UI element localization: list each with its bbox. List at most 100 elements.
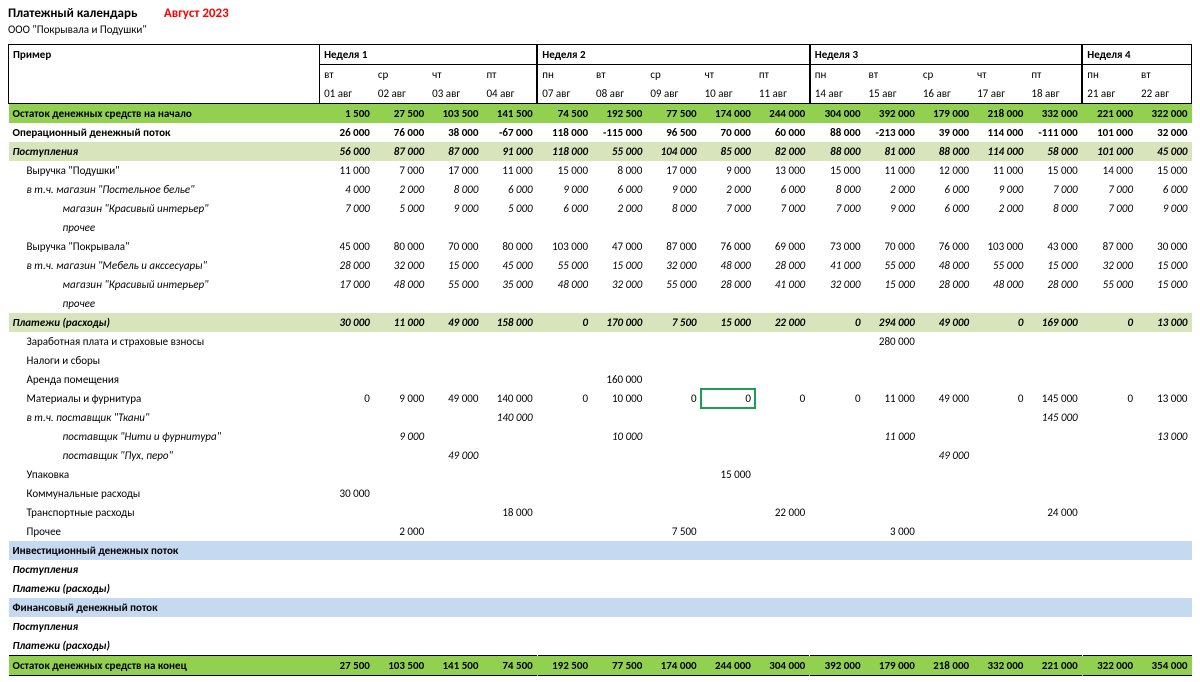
data-cell[interactable]: [482, 294, 536, 313]
data-cell[interactable]: [810, 370, 864, 389]
data-cell[interactable]: [701, 218, 755, 237]
data-cell[interactable]: 13 000: [1137, 427, 1191, 446]
data-cell[interactable]: 6 000: [755, 180, 809, 199]
data-cell[interactable]: 192 500: [538, 656, 592, 676]
data-cell[interactable]: [538, 484, 592, 503]
data-cell[interactable]: [701, 408, 755, 427]
data-cell[interactable]: [1137, 579, 1191, 598]
data-cell[interactable]: [755, 636, 809, 656]
data-cell[interactable]: [374, 446, 428, 465]
data-cell[interactable]: [755, 218, 809, 237]
data-cell[interactable]: [428, 218, 482, 237]
data-cell[interactable]: [701, 636, 755, 656]
data-cell[interactable]: [482, 560, 536, 579]
data-cell[interactable]: [919, 598, 973, 617]
data-cell[interactable]: [592, 579, 646, 598]
data-cell[interactable]: 9 000: [701, 161, 755, 180]
data-cell[interactable]: [1027, 617, 1081, 636]
data-cell[interactable]: [1083, 408, 1137, 427]
data-cell[interactable]: [538, 408, 592, 427]
data-cell[interactable]: 7 000: [1027, 180, 1081, 199]
data-cell[interactable]: 7 000: [701, 199, 755, 218]
data-cell[interactable]: 17 000: [428, 161, 482, 180]
data-cell[interactable]: 91 000: [482, 142, 536, 161]
data-cell[interactable]: [538, 541, 592, 560]
data-cell[interactable]: 5 000: [482, 199, 536, 218]
data-cell[interactable]: 322 000: [1083, 656, 1137, 676]
data-cell[interactable]: [592, 560, 646, 579]
data-cell[interactable]: 9 000: [1137, 199, 1191, 218]
data-cell[interactable]: 22 000: [755, 313, 809, 332]
data-cell[interactable]: [919, 465, 973, 484]
data-cell[interactable]: 74 500: [538, 104, 592, 124]
data-cell[interactable]: [810, 617, 864, 636]
data-cell[interactable]: [1027, 560, 1081, 579]
data-cell[interactable]: [973, 484, 1027, 503]
data-cell[interactable]: [320, 560, 374, 579]
data-cell[interactable]: 48 000: [374, 275, 428, 294]
data-cell[interactable]: [646, 446, 700, 465]
data-cell[interactable]: 2 000: [592, 199, 646, 218]
data-cell[interactable]: [701, 332, 755, 351]
data-cell[interactable]: 28 000: [919, 275, 973, 294]
data-cell[interactable]: [1137, 332, 1191, 351]
data-cell[interactable]: 6 000: [1137, 180, 1191, 199]
data-cell[interactable]: [646, 560, 700, 579]
data-cell[interactable]: 0: [320, 389, 374, 408]
data-cell[interactable]: 3 000: [865, 522, 919, 541]
data-cell[interactable]: [919, 541, 973, 560]
data-cell[interactable]: 6 000: [919, 199, 973, 218]
data-cell[interactable]: 9 000: [428, 199, 482, 218]
data-cell[interactable]: [482, 484, 536, 503]
data-cell[interactable]: [428, 484, 482, 503]
data-cell[interactable]: 0: [1083, 389, 1137, 408]
data-cell[interactable]: [973, 503, 1027, 522]
data-cell[interactable]: [374, 484, 428, 503]
data-cell[interactable]: 354 000: [1137, 656, 1191, 676]
data-cell[interactable]: [428, 427, 482, 446]
data-cell[interactable]: 221 000: [1027, 656, 1081, 676]
data-cell[interactable]: 140 000: [482, 408, 536, 427]
data-cell[interactable]: 48 000: [919, 256, 973, 275]
data-cell[interactable]: 60 000: [755, 123, 809, 142]
data-cell[interactable]: [755, 351, 809, 370]
data-cell[interactable]: 103 000: [538, 237, 592, 256]
data-cell[interactable]: 9 000: [865, 199, 919, 218]
data-cell[interactable]: 48 000: [701, 256, 755, 275]
data-cell[interactable]: 49 000: [919, 389, 973, 408]
data-cell[interactable]: [1083, 427, 1137, 446]
data-cell[interactable]: 74 500: [482, 656, 536, 676]
data-cell[interactable]: [1083, 294, 1137, 313]
data-cell[interactable]: [374, 294, 428, 313]
data-cell[interactable]: [865, 579, 919, 598]
data-cell[interactable]: 0: [701, 389, 755, 408]
data-cell[interactable]: [755, 465, 809, 484]
data-cell[interactable]: 101 000: [1083, 123, 1137, 142]
data-cell[interactable]: [592, 484, 646, 503]
data-cell[interactable]: [320, 427, 374, 446]
data-cell[interactable]: [482, 579, 536, 598]
data-cell[interactable]: 32 000: [1137, 123, 1191, 142]
data-cell[interactable]: [428, 598, 482, 617]
data-cell[interactable]: 28 000: [701, 275, 755, 294]
data-cell[interactable]: [973, 617, 1027, 636]
data-cell[interactable]: [482, 370, 536, 389]
data-cell[interactable]: [592, 408, 646, 427]
data-cell[interactable]: 2 000: [374, 522, 428, 541]
data-cell[interactable]: 43 000: [1027, 237, 1081, 256]
data-cell[interactable]: [701, 617, 755, 636]
data-cell[interactable]: [482, 636, 536, 656]
data-cell[interactable]: [538, 579, 592, 598]
data-cell[interactable]: 87 000: [428, 142, 482, 161]
data-cell[interactable]: 2 000: [973, 199, 1027, 218]
data-cell[interactable]: [646, 484, 700, 503]
data-cell[interactable]: [973, 370, 1027, 389]
data-cell[interactable]: [701, 541, 755, 560]
data-cell[interactable]: [320, 636, 374, 656]
data-cell[interactable]: [701, 370, 755, 389]
data-cell[interactable]: [1027, 522, 1081, 541]
data-cell[interactable]: [1027, 370, 1081, 389]
data-cell[interactable]: 15 000: [592, 256, 646, 275]
data-cell[interactable]: 24 000: [1027, 503, 1081, 522]
data-cell[interactable]: [646, 294, 700, 313]
